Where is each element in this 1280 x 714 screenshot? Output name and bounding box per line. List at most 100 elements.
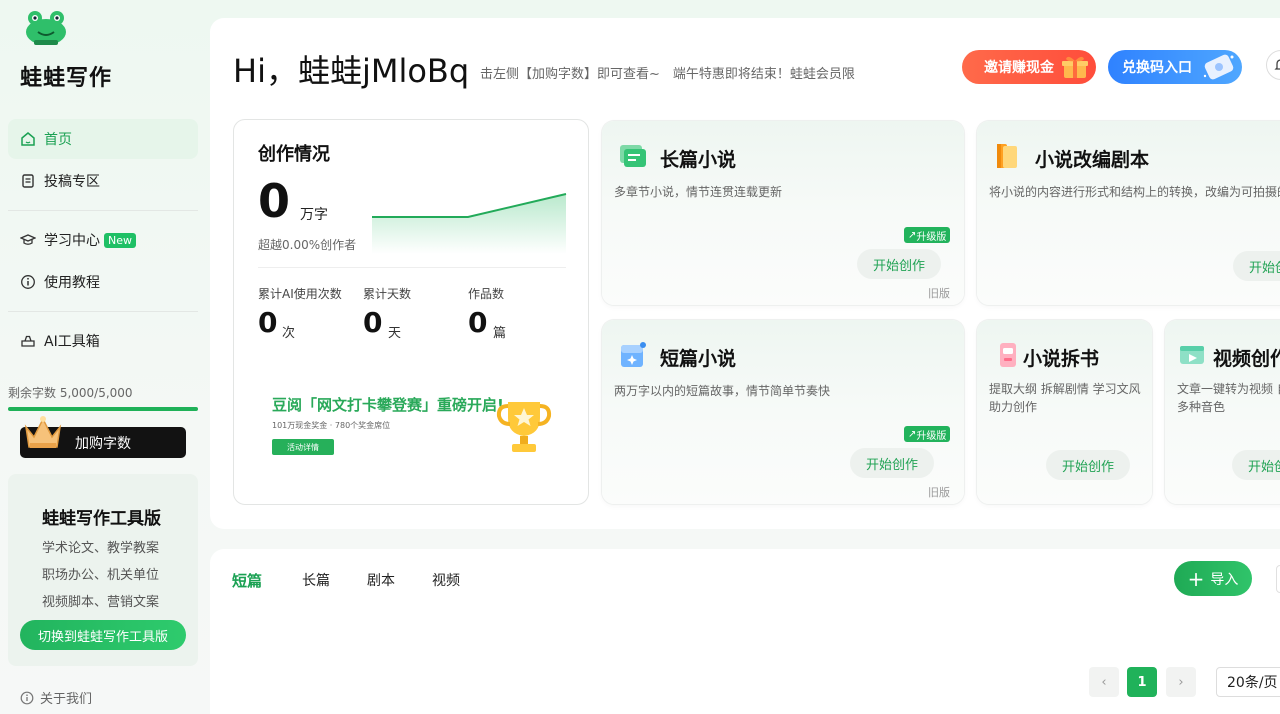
long-novel-title: 长篇小说 xyxy=(660,149,737,171)
plus-icon: + xyxy=(1187,566,1205,591)
upgrade-tag: ↗ 升级版 xyxy=(904,227,951,243)
nav-tutorial[interactable]: 使用教程 xyxy=(8,262,198,302)
nav-home[interactable]: 首页 xyxy=(8,119,198,159)
ai-usage-label: 累计AI使用次数 xyxy=(258,287,342,301)
event-promo-banner[interactable]: 豆阅「网文打卡攀登赛」重磅开启! 101万现金奖金 · 780个奖金席位 活动详… xyxy=(258,374,566,466)
long-novel-card[interactable]: 长篇小说 多章节小说，情节连贯连载更新 ↗ 升级版 开始创作 旧版 xyxy=(602,121,964,305)
script-adaptation-card[interactable]: 小说改编剧本 将小说的内容进行形式和结构上的转换，改编为可拍摄的 开始创作 xyxy=(977,121,1280,305)
buy-words-button[interactable]: 加购字数 xyxy=(20,416,186,458)
nav-submission[interactable]: 投稿专区 xyxy=(8,161,198,201)
script-adaptation-title: 小说改编剧本 xyxy=(1035,149,1150,171)
tab-long[interactable]: 长篇 xyxy=(302,570,330,590)
tab-video[interactable]: 视频 xyxy=(432,570,460,590)
split-book-start-button[interactable]: 开始创作 xyxy=(1046,450,1130,480)
new-badge: New xyxy=(104,232,136,248)
nav-tutorial-label: 使用教程 xyxy=(44,275,100,291)
video-desc-line: 多种音色 xyxy=(1177,400,1226,414)
buy-words-label: 加购字数 xyxy=(75,435,131,452)
ai-usage-value: 0 xyxy=(258,306,278,339)
pagination-page-1[interactable]: 1 xyxy=(1127,667,1157,697)
short-novel-card[interactable]: 短篇小说 两万字以内的短篇故事，情节简单节奏快 ↗ 升级版 开始创作 旧版 xyxy=(602,320,964,504)
days-unit: 天 xyxy=(388,326,402,341)
document-icon xyxy=(20,173,36,189)
invite-cash-label: 邀请赚现金 xyxy=(984,60,1054,76)
announcement-marquee[interactable]: 击左侧【加购字数】即可查看~ 端午特惠即将结束！蛙蛙会员限 xyxy=(480,63,865,83)
video-desc-line: 文章一键转为视频 自 xyxy=(1177,382,1280,396)
sidebar-divider xyxy=(8,311,198,312)
invite-cash-button[interactable]: 邀请赚现金 xyxy=(962,50,1096,84)
tab-script[interactable]: 剧本 xyxy=(367,570,395,590)
split-book-desc-line: 助力创作 xyxy=(989,400,1038,414)
stats-divider xyxy=(258,267,566,268)
toolbox-icon xyxy=(20,333,36,349)
short-novel-desc: 两万字以内的短篇故事，情节简单节奏快 xyxy=(614,384,831,398)
bell-icon xyxy=(1274,59,1280,70)
announcement-text: 击左侧【加购字数】即可查看~ 端午特惠即将结束！蛙蛙会员限 xyxy=(480,67,855,82)
more-options-button[interactable] xyxy=(1276,565,1280,593)
script-start-button[interactable]: 开始创作 xyxy=(1233,251,1280,281)
import-button[interactable]: + 导入 xyxy=(1174,561,1252,596)
upgrade-tag: ↗ 升级版 xyxy=(904,426,951,442)
long-novel-start-button[interactable]: 开始创作 xyxy=(857,249,941,279)
sidebar-divider xyxy=(8,210,198,211)
about-us-label: 关于我们 xyxy=(40,692,93,707)
days-value: 0 xyxy=(363,306,383,339)
nav-ai-tools[interactable]: AI工具箱 xyxy=(8,321,198,361)
video-start-button[interactable]: 开始创作 xyxy=(1232,450,1280,480)
script-adaptation-desc: 将小说的内容进行形式和结构上的转换，改编为可拍摄的 xyxy=(989,185,1280,199)
promo-title: 豆阅「网文打卡攀登赛」重磅开启! xyxy=(272,396,504,414)
nav-ai-tools-label: AI工具箱 xyxy=(44,334,100,350)
split-book-desc-line: 提取大纲 拆解剧情 学习文风 xyxy=(989,382,1141,396)
works-label: 作品数 xyxy=(468,287,505,301)
upgrade-tag-label: 升级版 xyxy=(916,430,947,442)
tool-edition-line: 视频脚本、营销文案 xyxy=(42,595,160,610)
gift-icon xyxy=(1062,56,1088,78)
split-book-card[interactable]: 小说拆书 提取大纲 拆解剧情 学习文风 助力创作 开始创作 xyxy=(977,320,1152,504)
video-icon xyxy=(1180,346,1204,364)
creation-stats-card: 创作情况 0 万字 超越0.00%创作者 累计AI使用次数 0 次 累计天数 0… xyxy=(233,119,589,505)
info-icon xyxy=(20,691,34,704)
graduation-cap-icon xyxy=(20,232,36,248)
pagination-next-button[interactable]: › xyxy=(1166,667,1196,697)
long-novel-desc: 多章节小说，情节连贯连载更新 xyxy=(614,185,783,199)
split-book-icon xyxy=(1000,343,1016,367)
sparkle-book-icon xyxy=(621,342,646,367)
days-label: 累计天数 xyxy=(363,287,412,301)
remaining-words: 剩余字数 5,000/5,000 xyxy=(8,386,133,400)
total-words-unit: 万字 xyxy=(300,207,328,223)
book-stack-icon xyxy=(620,145,646,167)
split-book-desc: 提取大纲 拆解剧情 学习文风 助力创作 xyxy=(989,380,1141,416)
trophy-icon xyxy=(496,402,552,452)
works-unit: 篇 xyxy=(493,326,507,341)
switch-tool-edition-button[interactable]: 切换到蛙蛙写作工具版 xyxy=(20,620,186,650)
ai-usage-unit: 次 xyxy=(282,326,296,341)
info-icon xyxy=(20,274,36,290)
nav-home-label: 首页 xyxy=(44,132,72,148)
about-us-link[interactable]: 关于我们 xyxy=(20,688,92,707)
video-creation-title: 视频创作 xyxy=(1213,348,1280,370)
crown-icon xyxy=(24,416,62,448)
tool-edition-card: 蛙蛙写作工具版 学术论文、教学教案 职场办公、机关单位 视频脚本、营销文案 切换… xyxy=(8,474,198,666)
frog-logo-icon xyxy=(26,11,66,45)
works-value: 0 xyxy=(468,306,488,339)
tab-short[interactable]: 短篇 xyxy=(232,570,262,591)
nav-submission-label: 投稿专区 xyxy=(44,174,100,190)
remaining-words-bar xyxy=(8,407,198,411)
nav-learning-label: 学习中心 xyxy=(44,233,100,249)
video-creation-desc: 文章一键转为视频 自 多种音色 xyxy=(1177,380,1280,416)
short-novel-start-button[interactable]: 开始创作 xyxy=(850,448,934,478)
frog-logo[interactable] xyxy=(20,10,68,50)
promo-subtitle: 101万现金奖金 · 780个奖金席位 xyxy=(272,421,391,430)
short-novel-old-version-link[interactable]: 旧版 xyxy=(928,484,950,500)
redeem-code-label: 兑换码入口 xyxy=(1122,60,1192,76)
split-book-title: 小说拆书 xyxy=(1023,348,1100,370)
redeem-code-button[interactable]: 兑换码入口 xyxy=(1108,50,1242,84)
long-novel-old-version-link[interactable]: 旧版 xyxy=(928,285,950,301)
nav-learning[interactable]: 学习中心 New xyxy=(8,220,198,260)
page-size-select[interactable]: 20条/页 xyxy=(1216,667,1280,697)
video-creation-card[interactable]: 视频创作 文章一键转为视频 自 多种音色 开始创作 xyxy=(1165,320,1280,504)
pagination-prev-button[interactable]: ‹ xyxy=(1089,667,1119,697)
total-words-value: 0 xyxy=(258,174,291,228)
trend-sparkline xyxy=(372,193,567,254)
event-details-button[interactable]: 活动详情 xyxy=(272,439,334,455)
